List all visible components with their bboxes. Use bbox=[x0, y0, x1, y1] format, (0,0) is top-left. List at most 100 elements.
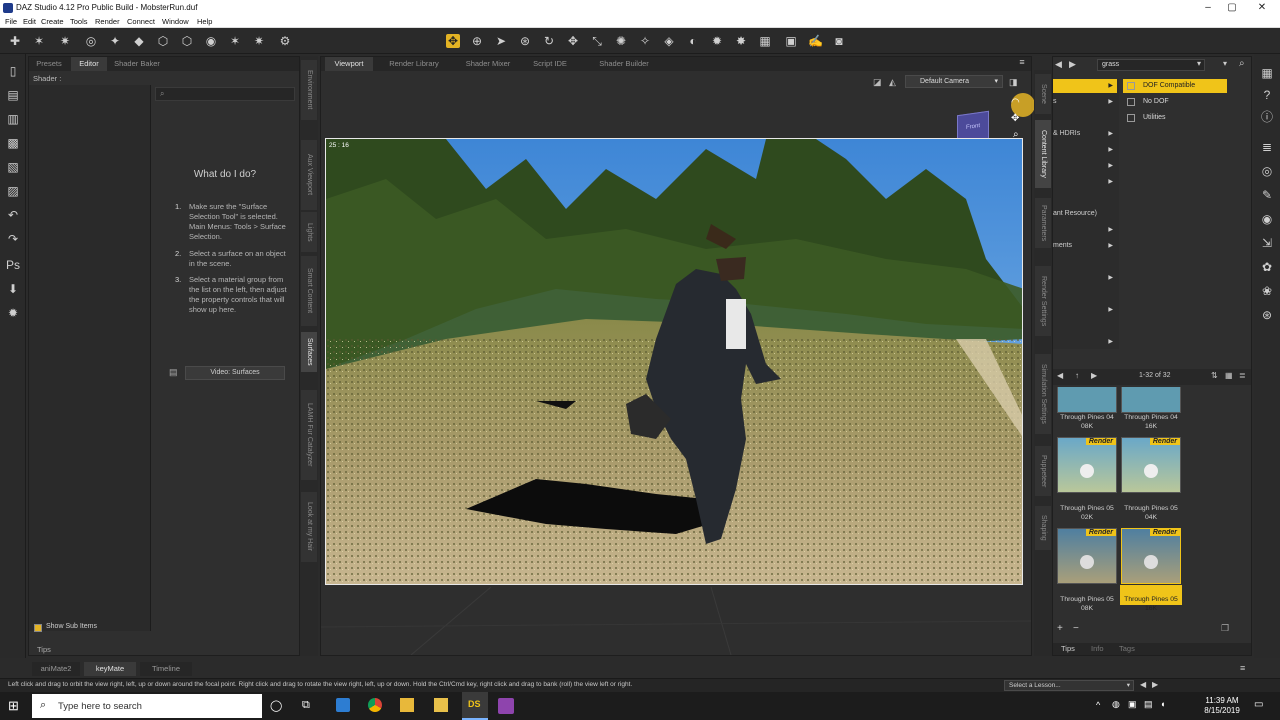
spot-icon[interactable]: ✶ bbox=[228, 34, 242, 48]
category-row[interactable]: ▶ bbox=[1053, 159, 1117, 173]
preview-lights-icon[interactable]: ◭ bbox=[889, 77, 896, 88]
search-icon[interactable]: ⌕ bbox=[1239, 58, 1245, 69]
help-icon[interactable]: ⓘ bbox=[1260, 110, 1274, 124]
pane-menu-icon[interactable]: ≡ bbox=[1240, 663, 1245, 673]
render-icon[interactable]: ◎ bbox=[1260, 164, 1274, 178]
video-surfaces-button[interactable]: Video: Surfaces bbox=[185, 366, 285, 380]
category-row[interactable]: ant Resource) bbox=[1053, 207, 1117, 221]
vtab-lamh-fur[interactable]: LAMH Fur Catalyzer bbox=[301, 390, 317, 480]
export-render-icon[interactable]: ⇲ bbox=[1260, 236, 1274, 250]
render-settings-icon[interactable]: ✍ bbox=[808, 34, 823, 48]
lesson-back-icon[interactable]: ◀ bbox=[1140, 680, 1146, 689]
file-explorer-icon[interactable] bbox=[400, 698, 414, 712]
filter-dof-compatible[interactable]: DOF Compatible bbox=[1123, 79, 1227, 93]
category-row[interactable]: & HDRIs ▶ bbox=[1053, 127, 1117, 141]
clock[interactable]: 11:39 AM 8/15/2019 bbox=[1200, 696, 1244, 716]
scale-icon[interactable]: ⤡ bbox=[590, 34, 604, 48]
save-as-icon[interactable]: ▧ bbox=[6, 160, 20, 174]
universal-manipulator-icon[interactable]: ⊕ bbox=[470, 34, 484, 48]
tab-shader-baker[interactable]: Shader Baker bbox=[109, 57, 165, 71]
vtab-puppeteer[interactable]: Puppeteer bbox=[1035, 446, 1051, 496]
menu-tools[interactable]: Tools bbox=[70, 17, 88, 26]
network-icon[interactable]: ▤ bbox=[1144, 699, 1153, 710]
material-list[interactable] bbox=[29, 85, 151, 631]
surface-search-input[interactable]: ⌕ bbox=[155, 87, 295, 101]
minimize-button[interactable]: – bbox=[1196, 2, 1220, 14]
what-help-icon[interactable]: ? bbox=[1260, 88, 1274, 102]
gear-small-icon[interactable]: ✹ bbox=[6, 306, 20, 320]
export-icon[interactable]: ▨ bbox=[6, 184, 20, 198]
tab-tags[interactable]: Tags bbox=[1119, 644, 1135, 653]
vtab-scene[interactable]: Scene bbox=[1035, 74, 1051, 114]
menu-window[interactable]: Window bbox=[162, 17, 189, 26]
tab-editor[interactable]: Editor bbox=[71, 57, 107, 71]
download-icon[interactable]: ⬇ bbox=[6, 282, 20, 296]
universal-tool-icon[interactable]: ✥ bbox=[446, 34, 460, 48]
node-selection-icon[interactable]: ➤ bbox=[494, 34, 508, 48]
tab-keymate[interactable]: keyMate bbox=[84, 662, 136, 676]
brush-icon[interactable]: ✎ bbox=[1260, 188, 1274, 202]
render-view[interactable]: 25 : 16 bbox=[325, 138, 1023, 585]
task-view-icon[interactable]: ⧉ bbox=[302, 699, 310, 712]
light-icon[interactable]: ◐ bbox=[686, 34, 700, 48]
category-row[interactable]: ▶ bbox=[1053, 175, 1117, 189]
tab-script-ide[interactable]: Script IDE bbox=[525, 57, 575, 71]
filter-no-dof[interactable]: No DOF bbox=[1123, 95, 1227, 109]
photoshop-icon[interactable]: Ps bbox=[6, 258, 20, 272]
figure-icon[interactable]: ❀ bbox=[1260, 284, 1274, 298]
thumbnail-item[interactable] bbox=[1057, 387, 1117, 413]
vtab-content-library[interactable]: Content Library bbox=[1035, 120, 1051, 188]
vtab-environment[interactable]: Environment bbox=[301, 60, 317, 120]
vtab-shaping[interactable]: Shaping bbox=[1035, 506, 1051, 550]
list-view-icon[interactable]: ≣ bbox=[1239, 371, 1246, 380]
cortana-icon[interactable]: ◯ bbox=[270, 699, 282, 712]
iray-icon[interactable]: ⊛ bbox=[1260, 308, 1274, 322]
app-icon-purple[interactable] bbox=[498, 698, 514, 714]
vtab-render-settings[interactable]: Render Settings bbox=[1035, 266, 1051, 336]
lesson-select[interactable]: Select a Lesson... ▾ bbox=[1004, 680, 1134, 691]
show-sub-items-checkbox[interactable] bbox=[34, 624, 42, 632]
vtab-simulation-settings[interactable]: Simulation Settings bbox=[1035, 354, 1051, 434]
transfer-icon[interactable]: ⬡ bbox=[156, 34, 170, 48]
tab-render-library[interactable]: Render Library bbox=[379, 57, 449, 71]
search-dropdown-icon[interactable]: ▾ bbox=[1197, 59, 1201, 68]
viewport-options-icon[interactable]: ◨ bbox=[1009, 77, 1018, 88]
menu-connect[interactable]: Connect bbox=[127, 17, 155, 26]
chrome-icon[interactable] bbox=[368, 698, 382, 712]
node-weight-icon[interactable]: ✶ bbox=[32, 34, 46, 48]
joint-editor-icon[interactable]: ✚ bbox=[8, 34, 22, 48]
category-row[interactable]: ▶ bbox=[1053, 271, 1117, 285]
joint-tool-icon[interactable]: ✺ bbox=[614, 34, 628, 48]
menu-file[interactable]: File bbox=[5, 17, 17, 26]
sort-icon[interactable]: ⇅ bbox=[1211, 371, 1218, 380]
vtab-parameters[interactable]: Parameters bbox=[1035, 198, 1051, 248]
tab-presets[interactable]: Presets bbox=[29, 57, 69, 71]
up-page-icon[interactable]: ↑ bbox=[1075, 371, 1079, 380]
volume-icon[interactable]: ◖ bbox=[1160, 699, 1165, 709]
thumbnail-item[interactable] bbox=[1121, 387, 1181, 413]
thumbnail-item-selected[interactable]: Render bbox=[1121, 528, 1181, 584]
menu-edit[interactable]: Edit bbox=[23, 17, 36, 26]
lesson-forward-icon[interactable]: ▶ bbox=[1152, 680, 1158, 689]
shader-ball-icon[interactable]: ◉ bbox=[1260, 212, 1274, 226]
add-icon[interactable]: + bbox=[1057, 623, 1063, 634]
close-button[interactable]: ✕ bbox=[1250, 2, 1274, 14]
vtab-look-at-my-hair[interactable]: Look at my Hair bbox=[301, 492, 317, 562]
category-row[interactable]: ▶ bbox=[1053, 143, 1117, 157]
layout-icon[interactable]: ≣ bbox=[1260, 140, 1274, 154]
scene-tool-icon[interactable]: ✷ bbox=[252, 34, 266, 48]
grid-view-icon[interactable]: ▦ bbox=[1225, 371, 1233, 380]
tab-info[interactable]: Info bbox=[1091, 644, 1104, 653]
rigid-follow-icon[interactable]: ✷ bbox=[58, 34, 72, 48]
daz-studio-taskbar-button[interactable]: DS bbox=[462, 692, 488, 720]
geometry-sculptor-icon[interactable]: ◆ bbox=[132, 34, 146, 48]
vtab-surfaces[interactable]: Surfaces bbox=[301, 332, 317, 372]
content-search-input[interactable]: grass bbox=[1097, 59, 1205, 71]
maximize-button[interactable]: ▢ bbox=[1220, 2, 1244, 14]
wand-icon[interactable]: ✧ bbox=[638, 34, 652, 48]
translate-icon[interactable]: ✥ bbox=[566, 34, 580, 48]
settings-icon[interactable]: ⚙ bbox=[278, 34, 292, 48]
rotate-icon[interactable]: ↻ bbox=[542, 34, 556, 48]
filter-utilities[interactable]: Utilities bbox=[1123, 111, 1227, 125]
category-row[interactable]: ▶ bbox=[1053, 79, 1117, 93]
